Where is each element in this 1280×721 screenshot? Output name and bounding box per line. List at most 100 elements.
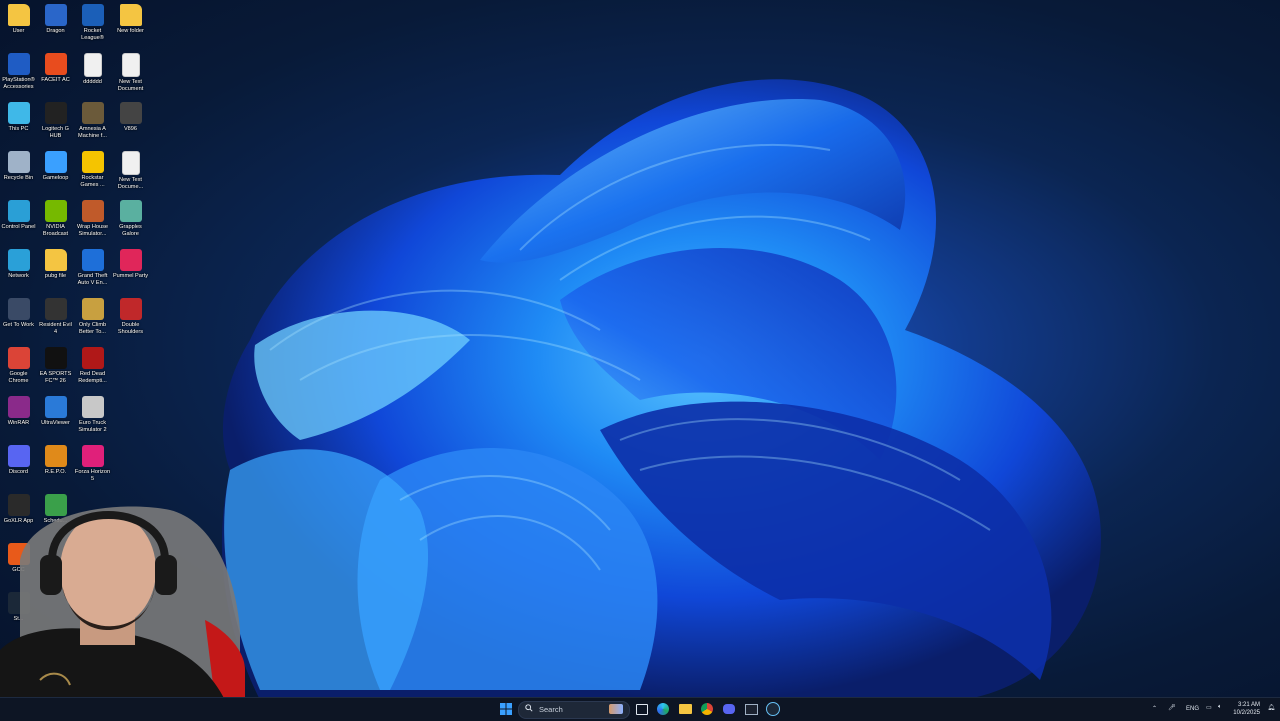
desktop-icon-only-climb-better-to[interactable]: Only Climb Better To... [74,294,111,342]
desktop-icon-label: Only Climb Better To... [78,322,107,335]
taskbar-edge[interactable] [654,700,672,718]
clock-time: 3:21 AM [1237,702,1260,708]
desktop-icon-new-text-document[interactable]: New Text Document [112,49,149,97]
language-indicator[interactable]: ENG [1186,706,1199,712]
forza-icon [81,445,104,467]
taskbar-file-explorer[interactable] [676,700,694,718]
desktop-icon-label: Euro Truck Simulator 2 [78,420,107,433]
desktop-icon-label: User [12,28,25,34]
desktop-icon-euro-truck-simulator-2[interactable]: Euro Truck Simulator 2 [74,392,111,440]
desktop-icon-red-dead-redempti[interactable]: Red Dead Redempti... [74,343,111,391]
taskbar-chrome[interactable] [698,700,716,718]
red-dead-icon [81,347,104,369]
desktop-icon-playstation-accessories[interactable]: PlayStation® Accessories [0,49,37,97]
file-explorer-icon [678,704,692,714]
network-icon[interactable]: ▭ [1206,704,1212,711]
taskbar-search-box[interactable]: Search [518,701,630,719]
desktop-icon-label: dddddd [83,79,102,85]
desktop-icon-control-panel[interactable]: Control Panel [0,196,37,244]
clock[interactable]: 3:21 AM 10/2/2025 [1233,701,1260,717]
desktop-icon-label: Rocket League® [81,28,104,41]
desktop-icon-label: Discord [9,469,28,475]
system-tray: ⌃ 🎤︎ ENG ▭ 🔈︎ 3:21 AM 10/2/2025 🔔︎ [1140,698,1280,721]
desktop-icon-label: NVIDIA Broadcast [42,224,69,237]
desktop-icon-label: UltraViewer [41,420,70,426]
desktop-icon-grand-theft-auto-v-en[interactable]: Grand Theft Auto V En... [74,245,111,293]
ultraviewer-icon [44,396,67,418]
task-view-button[interactable] [633,700,651,718]
desktop-icon-network[interactable]: Network [0,245,37,293]
grapples-icon [119,200,142,222]
desktop-icon-resident-evil-4[interactable]: Resident Evil 4 [37,294,74,342]
desktop-icon-dddddd[interactable]: dddddd [74,49,111,97]
euro-truck-icon [81,396,104,418]
desktop-icon-get-to-work[interactable]: Get To Work [0,294,37,342]
desktop-icon-new-folder[interactable]: New folder [112,0,149,48]
terminal-icon [744,703,758,715]
desktop-icon-gameloop[interactable]: Gameloop [37,147,74,195]
desktop-icon-recycle-bin[interactable]: Recycle Bin [0,147,37,195]
text-file-icon [83,53,102,77]
desktop-icon-new-text-docume[interactable]: New Text Docume... [112,147,149,195]
volume-icon[interactable]: 🔈︎ [1218,704,1222,711]
ea-sports-icon [44,347,67,369]
chrome-icon [7,347,30,369]
chevron-up-icon[interactable]: ⌃ [1152,705,1157,712]
recycle-bin-icon [7,151,30,173]
desktop-icon-label: FACEIT AC [41,77,70,83]
desktop-icon-r-e-p-o[interactable]: R.E.P.O. [37,441,74,489]
text-file-icon [121,53,140,77]
desktop-icon-rocket-league[interactable]: Rocket League® [74,0,111,48]
desktop-icon-label: Gameloop [42,175,69,181]
notification-bell-icon[interactable]: 🔔︎ [1267,704,1275,711]
steam-icon [766,702,780,716]
desktop-icon-dragon[interactable]: Dragon [37,0,74,48]
taskbar-steam[interactable] [764,700,782,718]
desktop-icon-google-chrome[interactable]: Google Chrome [0,343,37,391]
desktop-icon-v896[interactable]: V896 [112,98,149,146]
desktop-icon-label: Resident Evil 4 [39,322,72,335]
desktop-icon-faceit-ac[interactable]: FACEIT AC [37,49,74,97]
resident-evil-icon [44,298,67,320]
desktop-icon-winrar[interactable]: WinRAR [0,392,37,440]
desktop-icon-ultraviewer[interactable]: UltraViewer [37,392,74,440]
folder-icon [44,249,67,271]
gameloop-icon [44,151,67,173]
chrome-icon [701,703,713,715]
desktop-icon-wrap-house-simulator[interactable]: Wrap House Simulator... [74,196,111,244]
desktop-icon-label: Forza Horizon 5 [74,469,111,482]
start-button[interactable] [497,700,515,718]
desktop-icon-label: R.E.P.O. [44,469,67,475]
pummel-party-icon [119,249,142,271]
microphone-icon[interactable]: 🎤︎ [1168,704,1176,711]
desktop-icon-pubg-file[interactable]: pubg file [37,245,74,293]
desktop-icon-label: V896 [123,126,138,132]
desktop-icon-ea-sports-fc-26[interactable]: EA SPORTS FC™ 26 [37,343,74,391]
desktop-icon-double-shoulders[interactable]: Double Shoulders [112,294,149,342]
desktop-icon-label: Pummel Party [112,273,149,279]
desktop-icon-discord[interactable]: Discord [0,441,37,489]
nvidia-icon [44,200,67,222]
desktop-icon-this-pc[interactable]: This PC [0,98,37,146]
desktop-icon-nvidia-broadcast[interactable]: NVIDIA Broadcast [37,196,74,244]
taskbar-discord[interactable] [720,700,738,718]
desktop-icon-label: Recycle Bin [3,175,34,181]
desktop-icon-forza-horizon-5[interactable]: Forza Horizon 5 [74,441,111,489]
search-highlight-icon [609,704,623,714]
desktop-icon-label: Network [8,273,29,279]
desktop-icon-rockstar-games[interactable]: Rockstar Games ... [74,147,111,195]
desktop-icon-label: Rockstar Games ... [80,175,105,188]
winrar-icon [7,396,30,418]
wrap-house-icon [81,200,104,222]
desktop-icon-pummel-party[interactable]: Pummel Party [112,245,149,293]
desktop-icon-amnesia-a-machine-f[interactable]: Amnesia A Machine f... [74,98,111,146]
text-file-icon [121,151,140,175]
desktop-icon-user[interactable]: User [0,0,37,48]
desktop-icon-label: Get To Work [3,322,34,328]
network-icon [7,249,30,271]
desktop-icon-grapples-galore[interactable]: Grapples Galore [112,196,149,244]
taskbar-terminal[interactable] [742,700,760,718]
desktop-icon-label: This PC [8,126,29,132]
discord-icon [723,704,735,714]
desktop-icon-logitech-g-hub[interactable]: Logitech G HUB [37,98,74,146]
